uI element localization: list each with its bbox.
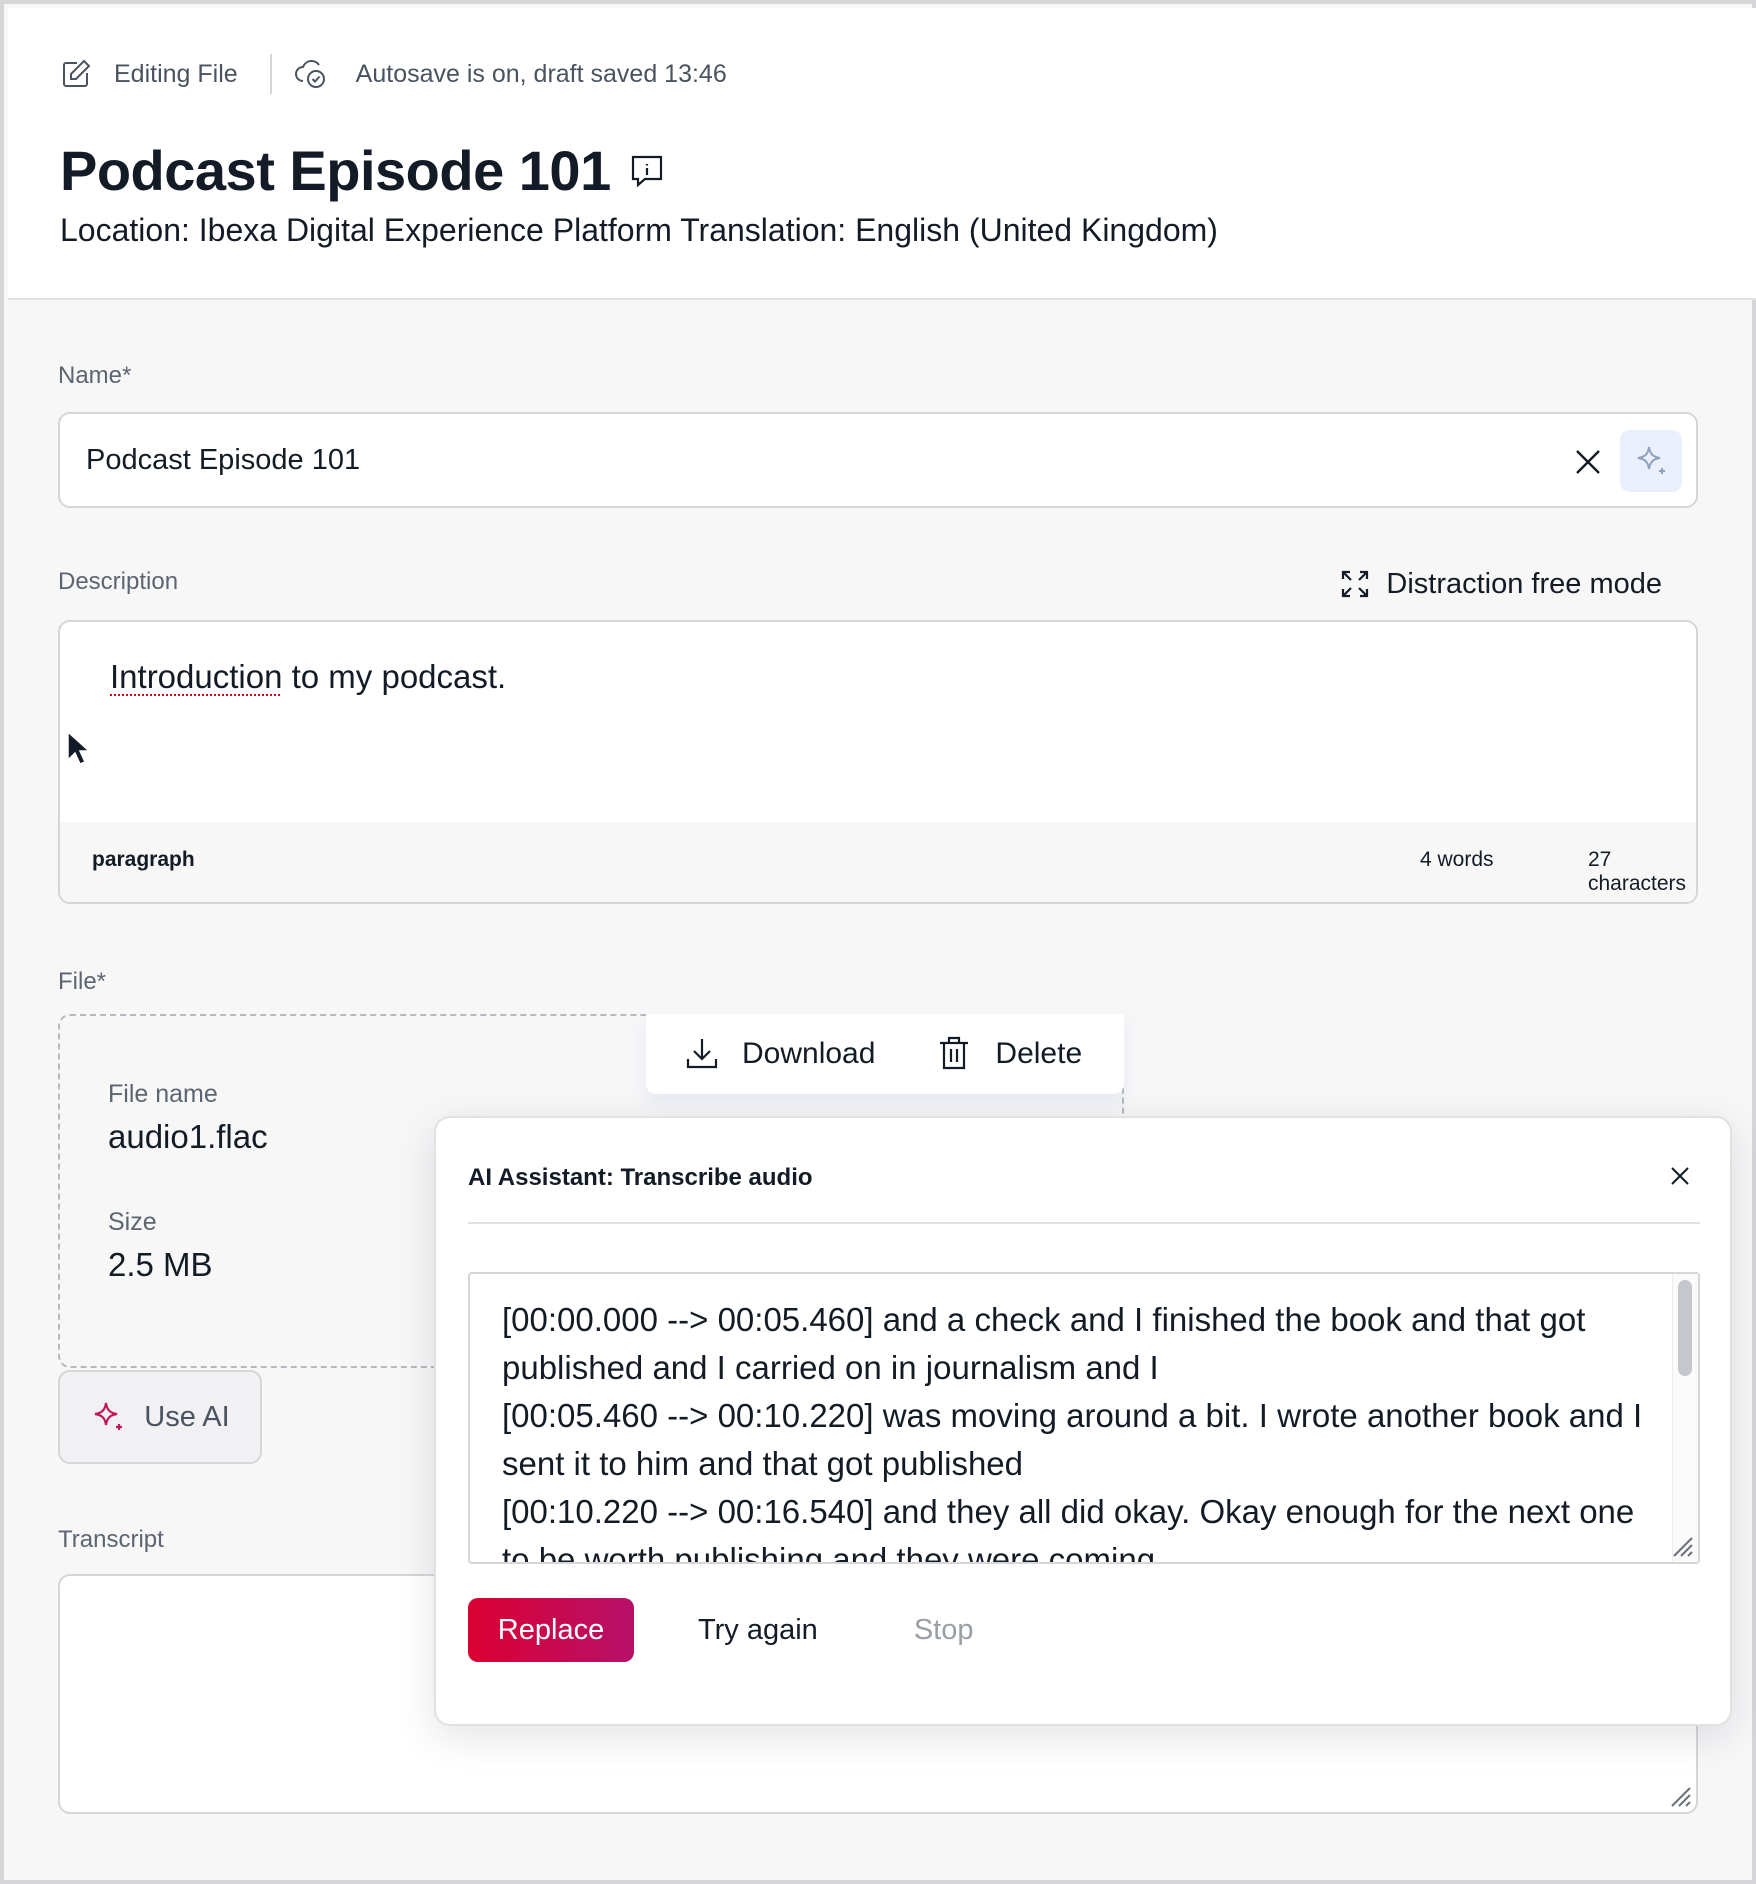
file-label: File* bbox=[58, 968, 107, 995]
replace-button[interactable]: Replace bbox=[468, 1598, 634, 1662]
page-subtitle: Location: Ibexa Digital Experience Platf… bbox=[60, 212, 1218, 248]
use-ai-label: Use AI bbox=[144, 1400, 230, 1433]
description-text[interactable]: Introduction to my podcast. bbox=[110, 658, 506, 696]
cloud-check-icon bbox=[294, 56, 330, 92]
distraction-free-label: Distraction free mode bbox=[1386, 568, 1662, 600]
edit-icon bbox=[58, 56, 94, 92]
mouse-cursor-icon bbox=[67, 730, 90, 765]
file-size-value: 2.5 MB bbox=[108, 1246, 213, 1283]
trash-icon bbox=[937, 1035, 975, 1073]
info-bubble-icon[interactable] bbox=[627, 151, 667, 191]
edit-status-bar: Editing File Autosave is on, draft saved… bbox=[58, 52, 727, 96]
transcript-line: [00:00.000 --> 00:05.460] and a check an… bbox=[502, 1301, 1586, 1386]
sparkle-icon bbox=[90, 1399, 126, 1435]
editor-footer: paragraph 4 words 27 characters bbox=[60, 822, 1696, 902]
character-count: 27 characters bbox=[1588, 848, 1687, 895]
delete-button[interactable]: Delete bbox=[937, 1035, 1082, 1073]
misspelled-word: Introduction bbox=[110, 658, 283, 695]
close-icon[interactable] bbox=[1568, 442, 1608, 482]
scrollbar-thumb[interactable] bbox=[1678, 1280, 1692, 1376]
element-path[interactable]: paragraph bbox=[92, 848, 195, 872]
scrollbar[interactable] bbox=[1672, 1274, 1698, 1562]
editing-mode-label: Editing File bbox=[114, 59, 238, 88]
app-frame: Editing File Autosave is on, draft saved… bbox=[0, 0, 1756, 1884]
transcript-line: [00:10.220 --> 00:16.540] and they all d… bbox=[502, 1493, 1635, 1564]
word-count: 4 words bbox=[1420, 848, 1494, 871]
ai-result-textarea[interactable]: [00:00.000 --> 00:05.460] and a check an… bbox=[468, 1272, 1700, 1564]
name-value[interactable]: Podcast Episode 101 bbox=[86, 444, 360, 477]
expand-icon bbox=[1340, 569, 1372, 601]
ai-panel-title: AI Assistant: Transcribe audio bbox=[468, 1164, 813, 1191]
name-input[interactable]: Podcast Episode 101 bbox=[58, 412, 1698, 508]
stop-button[interactable]: Stop bbox=[914, 1614, 974, 1647]
try-again-button[interactable]: Try again bbox=[698, 1614, 818, 1647]
use-ai-button[interactable]: Use AI bbox=[58, 1370, 262, 1464]
file-size-label: Size bbox=[108, 1208, 157, 1236]
ai-result-text[interactable]: [00:00.000 --> 00:05.460] and a check an… bbox=[502, 1296, 1652, 1564]
ai-assistant-panel: AI Assistant: Transcribe audio [00:00.00… bbox=[434, 1116, 1732, 1726]
page-title: Podcast Episode 101 bbox=[60, 139, 611, 202]
divider bbox=[468, 1222, 1700, 1224]
close-icon[interactable] bbox=[1662, 1158, 1698, 1194]
divider bbox=[269, 54, 272, 94]
title-row: Podcast Episode 101 bbox=[60, 138, 667, 203]
name-label: Name* bbox=[58, 362, 132, 389]
description-label: Description bbox=[58, 568, 179, 595]
transcript-label: Transcript bbox=[58, 1526, 164, 1553]
delete-label: Delete bbox=[995, 1037, 1083, 1070]
resize-handle-icon[interactable] bbox=[1668, 1532, 1694, 1558]
transcript-line: [00:05.460 --> 00:10.220] was moving aro… bbox=[502, 1397, 1643, 1482]
download-icon bbox=[684, 1035, 722, 1073]
resize-handle-icon[interactable] bbox=[1666, 1782, 1692, 1808]
ai-panel-actions: Replace Try again Stop bbox=[468, 1598, 973, 1662]
file-name-label: File name bbox=[108, 1080, 218, 1108]
sparkle-icon[interactable] bbox=[1620, 430, 1682, 492]
description-editor[interactable]: Introduction to my podcast. paragraph 4 … bbox=[58, 620, 1698, 904]
download-button[interactable]: Download bbox=[684, 1035, 875, 1073]
download-label: Download bbox=[742, 1037, 876, 1070]
file-actions-bar: Download Delete bbox=[646, 1014, 1124, 1094]
description-text-rest: to my podcast. bbox=[282, 658, 507, 695]
autosave-status: Autosave is on, draft saved 13:46 bbox=[355, 59, 727, 88]
distraction-free-mode-button[interactable]: Distraction free mode bbox=[1340, 568, 1662, 601]
page-header: Editing File Autosave is on, draft saved… bbox=[8, 8, 1756, 300]
file-name-value: audio1.flac bbox=[108, 1118, 268, 1155]
